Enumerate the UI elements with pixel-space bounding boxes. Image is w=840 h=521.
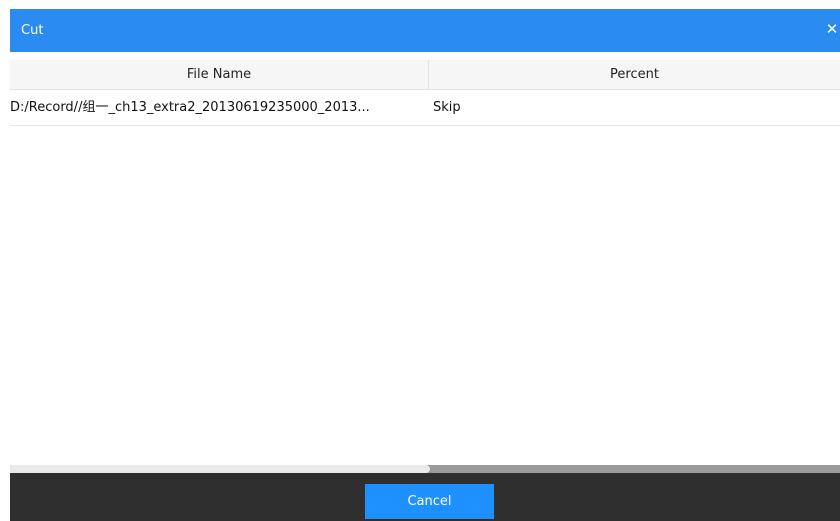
- close-icon[interactable]: ✕: [825, 9, 839, 52]
- dialog-titlebar: Cut ✕: [10, 9, 840, 52]
- table-header: File Name Percent: [10, 60, 840, 90]
- horizontal-scrollbar[interactable]: [10, 465, 840, 473]
- file-table: File Name Percent D:/Record//组一_ch13_ext…: [10, 60, 840, 126]
- column-header-percent[interactable]: Percent: [429, 60, 840, 89]
- percent-cell: Skip: [433, 100, 461, 115]
- column-header-file-name[interactable]: File Name: [10, 60, 429, 89]
- dialog-title: Cut: [21, 23, 44, 38]
- dialog-footer: Cancel: [10, 473, 840, 521]
- table-row[interactable]: D:/Record//组一_ch13_extra2_20130619235000…: [10, 90, 840, 126]
- file-name-cell: D:/Record//组一_ch13_extra2_20130619235000…: [10, 100, 370, 115]
- scrollbar-thumb[interactable]: [10, 465, 430, 473]
- cancel-button[interactable]: Cancel: [365, 484, 494, 519]
- cut-dialog: Cut ✕ File Name Percent D:/Record//组一_ch…: [0, 0, 840, 521]
